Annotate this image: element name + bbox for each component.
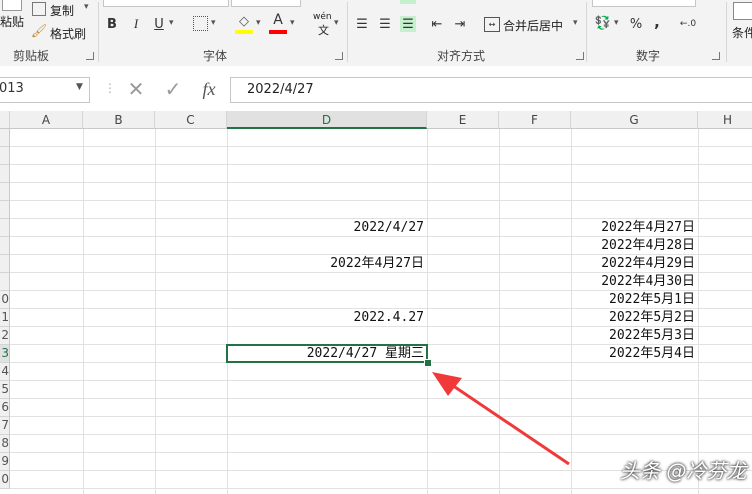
watermark: 头条 @冷芬龙 (620, 459, 747, 483)
annotation-arrow (432, 372, 570, 466)
